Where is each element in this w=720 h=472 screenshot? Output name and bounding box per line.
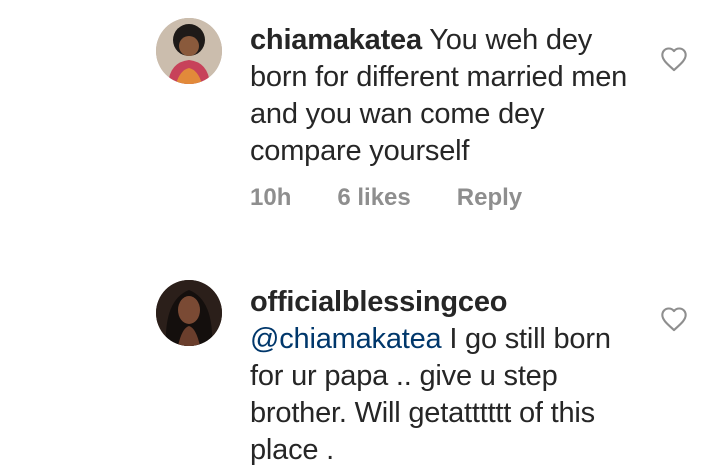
reply-button[interactable]: Reply <box>457 184 522 212</box>
comment-meta: 10h 6 likes Reply <box>250 184 522 212</box>
comment-username[interactable]: officialblessingceo <box>250 286 507 318</box>
heart-outline-icon[interactable] <box>660 46 688 72</box>
comment-body: chiamakatea You weh dey born for differe… <box>250 22 645 170</box>
avatar[interactable] <box>156 18 222 84</box>
comment-likes[interactable]: 6 likes <box>337 184 410 212</box>
comment-body: officialblessingceo @chiamakatea I go st… <box>250 284 645 469</box>
avatar[interactable] <box>156 280 222 346</box>
avatar-image <box>156 18 222 84</box>
avatar-image <box>156 280 222 346</box>
comment-mention[interactable]: @chiamakatea <box>250 323 442 355</box>
comment-time: 10h <box>250 184 292 211</box>
comment-username[interactable]: chiamakatea <box>250 24 422 56</box>
heart-outline-icon[interactable] <box>660 306 688 332</box>
